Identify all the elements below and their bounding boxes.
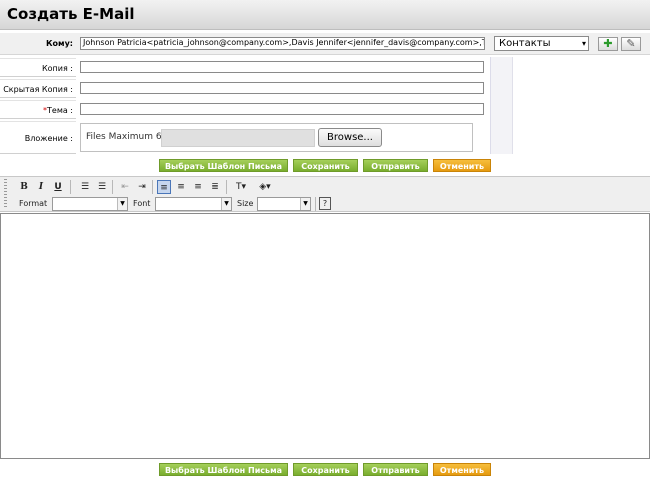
contacts-select[interactable]: Контакты ▾ [494,36,589,51]
underline-button[interactable]: U [51,180,65,194]
cc-input[interactable] [80,61,484,73]
attachment-box: Files Maximum 6 Browse... [80,123,473,152]
italic-button[interactable]: I [34,180,48,194]
toolbar-separator [70,180,71,194]
toolbar-separator [152,180,153,194]
side-panel-inner [512,57,650,154]
bold-button[interactable]: B [17,180,31,194]
size-select[interactable]: ▼ [257,197,311,211]
plus-icon: ✚ [603,37,613,50]
indent-button[interactable]: ⇥ [135,180,149,194]
contacts-select-value: Контакты [499,38,551,49]
toolbar-separator [226,180,227,194]
save-button[interactable]: Сохранить [293,463,358,476]
text-color-icon: T▾ [235,182,246,192]
chevron-down-icon: ▼ [117,198,127,210]
unordered-list-icon: ☰ [97,182,107,192]
outdent-button[interactable]: ⇤ [118,180,132,194]
ordered-list-icon: ☰ [80,182,90,192]
help-button[interactable]: ? [319,197,331,210]
file-path-input[interactable] [161,129,315,147]
choose-template-button[interactable]: Выбрать Шаблон Письма [159,463,288,476]
cancel-button[interactable]: Отменить [433,159,491,172]
save-button[interactable]: Сохранить [293,159,358,172]
outdent-icon: ⇤ [121,182,129,192]
align-center-icon: ≡ [177,182,185,192]
paint-bucket-icon: ◈▾ [259,182,271,192]
align-justify-button[interactable]: ≣ [208,180,222,194]
page-title: Создать E-Mail [7,5,135,23]
align-left-icon: ≡ [160,183,168,193]
attachment-label: Вложение : [0,121,76,154]
editor-body[interactable] [0,213,650,459]
cc-label: Копия : [0,58,76,77]
send-button[interactable]: Отправить [363,463,428,476]
to-label: Кому: [46,39,73,48]
subject-input[interactable] [80,103,484,115]
action-row-bottom: Выбрать Шаблон Письма Сохранить Отправит… [0,461,650,481]
attachment-hint: Files Maximum 6 [86,132,162,142]
send-button[interactable]: Отправить [363,159,428,172]
align-justify-icon: ≣ [211,182,219,192]
choose-template-button[interactable]: Выбрать Шаблон Письма [159,159,288,172]
indent-icon: ⇥ [138,182,146,192]
to-input[interactable]: Johnson Patricia<patricia_johnson@compan… [80,37,485,50]
align-right-icon: ≡ [194,182,202,192]
background-color-button[interactable]: ◈▾ [255,180,275,194]
chevron-down-icon: ▾ [581,39,586,48]
chevron-down-icon: ▼ [221,198,231,210]
editor-toolbar: B I U ☰ ☰ ⇤ ⇥ ≡ ≡ ≡ ≣ T▾ ◈▾ Format ▼ Fon… [0,176,650,212]
subject-label: Тема : [47,106,73,115]
text-color-button[interactable]: T▾ [231,180,251,194]
align-center-button[interactable]: ≡ [174,180,188,194]
toolbar-separator [112,180,113,194]
browse-button[interactable]: Browse... [318,128,382,147]
align-right-button[interactable]: ≡ [191,180,205,194]
format-select[interactable]: ▼ [52,197,128,211]
toolbar-separator [315,197,316,211]
add-recipient-button[interactable]: ✚ [598,37,618,51]
toolbar-grip[interactable] [4,179,7,209]
format-label: Format [19,199,48,208]
bcc-input[interactable] [80,82,484,94]
bcc-label: Скрытая Копия : [0,79,76,98]
action-row-top: Выбрать Шаблон Письма Сохранить Отправит… [0,156,650,176]
font-label: Font [133,199,151,208]
cancel-button[interactable]: Отменить [433,463,491,476]
font-select[interactable]: ▼ [155,197,232,211]
clear-recipients-button[interactable]: ✎ [621,37,641,51]
eraser-icon: ✎ [626,37,636,50]
title-bar: Создать E-Mail [0,0,650,30]
ordered-list-button[interactable]: ☰ [78,180,92,194]
side-panel [490,57,650,154]
unordered-list-button[interactable]: ☰ [95,180,109,194]
size-label: Size [237,199,254,208]
subject-label-row: *Тема : [0,100,76,119]
align-left-button[interactable]: ≡ [157,180,171,194]
chevron-down-icon: ▼ [300,198,310,210]
